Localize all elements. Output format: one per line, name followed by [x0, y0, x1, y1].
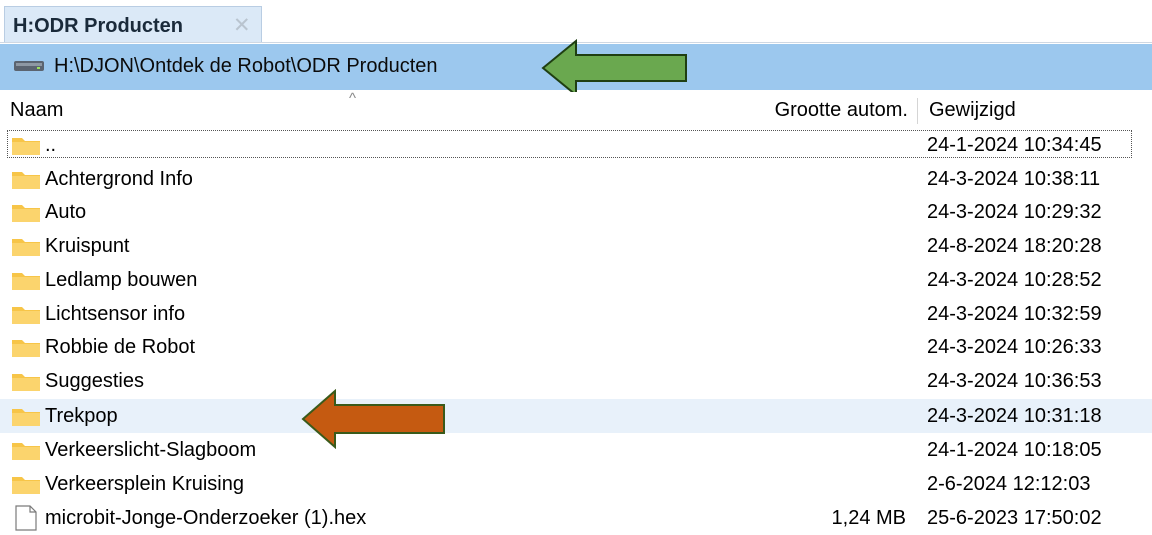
folder-icon [12, 409, 40, 426]
folder-icon [12, 374, 40, 391]
tab-title: H:ODR Producten [13, 15, 183, 37]
item-name: Verkeersplein Kruising [45, 473, 244, 495]
column-header: Naam ^ Grootte autom. Gewijzigd [0, 90, 1152, 128]
list-item[interactable]: Verkeersplein Kruising 2-6-2024 12:12:03 [0, 467, 1152, 501]
list-item[interactable]: Robbie de Robot 24-3-2024 10:26:33 [0, 330, 1152, 364]
column-name[interactable]: Naam [10, 92, 63, 128]
tab-odr-producten[interactable]: H:ODR Producten ✕ [4, 6, 262, 42]
list-item[interactable]: Auto 24-3-2024 10:29:32 [0, 195, 1152, 229]
item-size [740, 399, 906, 433]
item-name: Lichtsensor info [45, 303, 186, 325]
list-item[interactable]: microbit-Jonge-Onderzoeker (1).hex 1,24 … [0, 501, 1152, 535]
green-arrow-annotation [541, 39, 687, 97]
list-item[interactable]: Achtergrond Info 24-3-2024 10:38:11 [0, 162, 1152, 196]
drive-icon [14, 61, 44, 71]
item-modified: 2-6-2024 12:12:03 [927, 473, 1091, 495]
close-icon[interactable]: ✕ [233, 13, 251, 38]
item-name: Achtergrond Info [45, 168, 193, 190]
item-modified: 24-3-2024 10:31:18 [927, 405, 1102, 427]
item-modified: 24-3-2024 10:28:52 [927, 269, 1102, 291]
item-size [740, 330, 906, 364]
sort-ascending-icon: ^ [349, 90, 357, 107]
item-modified: 24-3-2024 10:36:53 [927, 370, 1102, 392]
item-size: 1,24 MB [831, 507, 906, 529]
list-item[interactable]: Lichtsensor info 24-3-2024 10:32:59 [0, 297, 1152, 331]
item-size [740, 195, 906, 229]
item-modified: 25-6-2023 17:50:02 [927, 507, 1102, 529]
folder-icon [12, 273, 40, 290]
item-size [740, 433, 906, 467]
item-modified: 24-3-2024 10:29:32 [927, 201, 1102, 223]
item-modified: 24-8-2024 18:20:28 [927, 235, 1102, 257]
folder-icon [12, 340, 40, 357]
item-name: microbit-Jonge-Onderzoeker (1).hex [45, 507, 367, 529]
tab-strip: H:ODR Producten ✕ [0, 0, 1152, 43]
item-size [740, 364, 906, 398]
list-item[interactable]: Kruispunt 24-8-2024 18:20:28 [0, 229, 1152, 263]
file-icon [15, 505, 37, 531]
item-size [740, 229, 906, 263]
item-name: Kruispunt [45, 235, 130, 257]
item-modified: 24-3-2024 10:32:59 [927, 303, 1102, 325]
orange-arrow-annotation [301, 389, 445, 449]
item-name: Ledlamp bouwen [45, 269, 198, 291]
item-name: Suggesties [45, 370, 144, 392]
column-size[interactable]: Grootte autom. [740, 92, 908, 128]
current-path[interactable]: H:\DJON\Ontdek de Robot\ODR Producten [54, 55, 438, 78]
folder-icon [12, 307, 40, 324]
list-item[interactable]: Ledlamp bouwen 24-3-2024 10:28:52 [0, 263, 1152, 297]
item-size [740, 128, 906, 162]
item-modified: 24-1-2024 10:18:05 [927, 439, 1102, 461]
item-name: Verkeerslicht-Slagboom [45, 439, 257, 461]
folder-icon [12, 172, 40, 189]
column-modified[interactable]: Gewijzigd [929, 92, 1016, 128]
column-divider[interactable] [917, 98, 918, 124]
folder-icon [12, 239, 40, 256]
item-modified: 24-3-2024 10:26:33 [927, 336, 1102, 358]
item-name: Robbie de Robot [45, 336, 196, 358]
item-size [740, 162, 906, 196]
item-name: Trekpop [45, 405, 118, 427]
folder-icon [12, 138, 40, 155]
item-size [740, 297, 906, 331]
folder-icon [12, 477, 40, 494]
list-item[interactable]: .. 24-1-2024 10:34:45 [0, 128, 1152, 162]
list-item[interactable]: Verkeerslicht-Slagboom 24-1-2024 10:18:0… [0, 433, 1152, 467]
item-modified: 24-3-2024 10:38:11 [927, 168, 1101, 190]
list-item[interactable]: Suggesties 24-3-2024 10:36:53 [0, 364, 1152, 398]
item-modified: 24-1-2024 10:34:45 [927, 134, 1102, 156]
item-size [740, 467, 906, 501]
item-name: .. [45, 134, 57, 156]
folder-icon [12, 205, 40, 222]
folder-icon [12, 443, 40, 460]
item-name: Auto [45, 201, 87, 223]
list-item-selected[interactable]: Trekpop 24-3-2024 10:31:18 [0, 399, 1152, 433]
item-size [740, 263, 906, 297]
